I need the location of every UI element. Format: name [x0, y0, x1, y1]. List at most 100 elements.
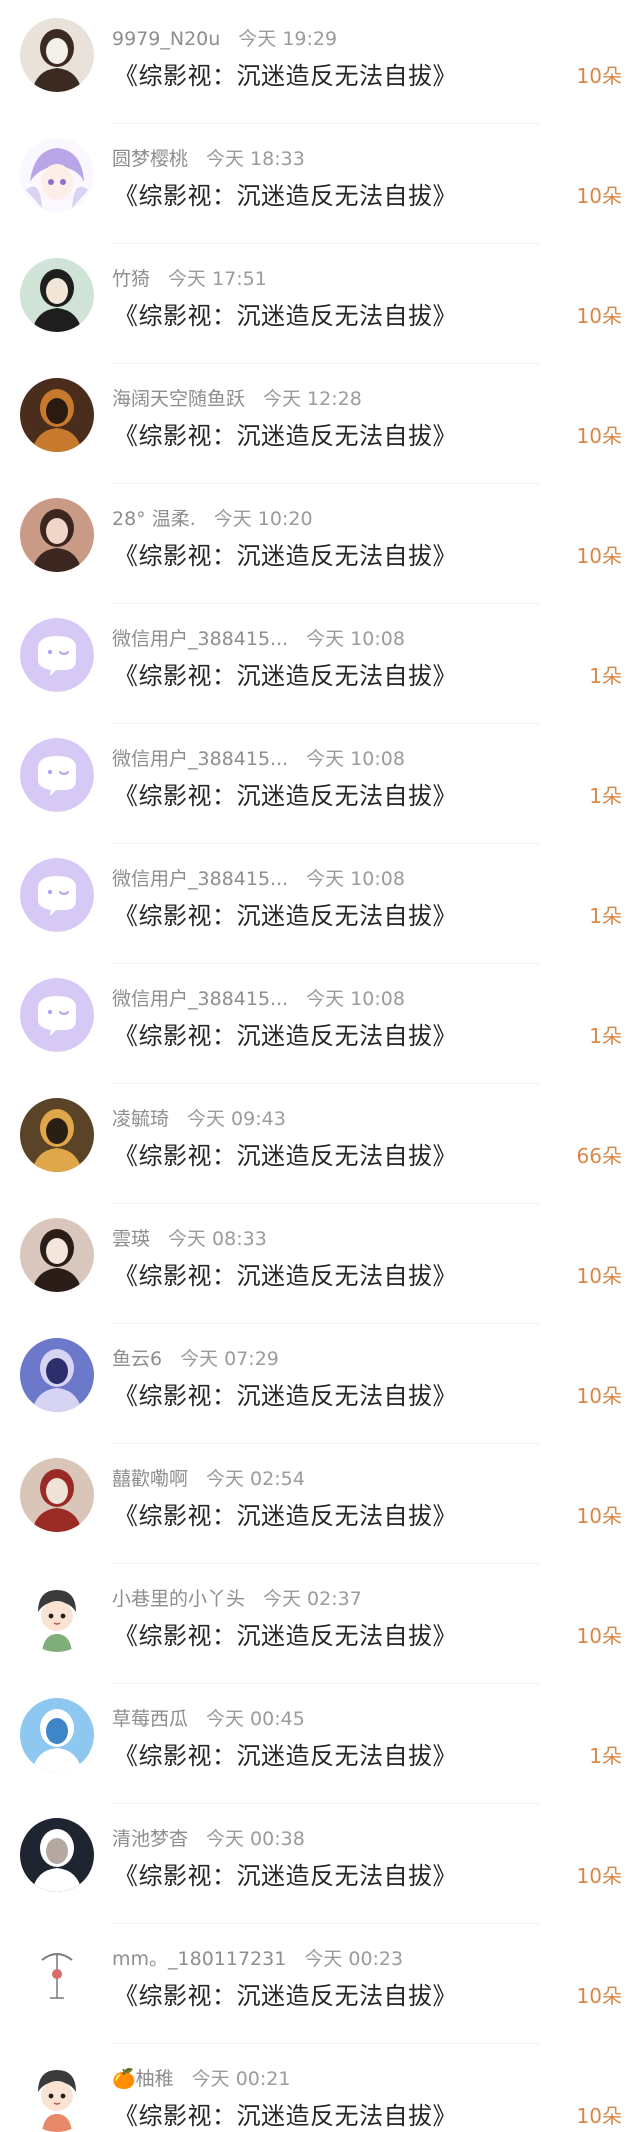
default-avatar-icon: [20, 978, 94, 1052]
list-item[interactable]: 鱼云6 今天 07:29 《综影视：沉迷造反无法自拔》 10朵: [0, 1324, 640, 1444]
list-item[interactable]: 凌毓琦 今天 09:43 《综影视：沉迷造反无法自拔》 66朵: [0, 1084, 640, 1204]
list-item[interactable]: 竹猗 今天 17:51 《综影视：沉迷造反无法自拔》 10朵: [0, 244, 640, 364]
list-item[interactable]: 小巷里的小丫头 今天 02:37 《综影视：沉迷造反无法自拔》 10朵: [0, 1564, 640, 1684]
avatar[interactable]: [20, 258, 94, 332]
book-title: 《综影视：沉迷造反无法自拔》: [114, 1742, 457, 1770]
gift-count: 1朵: [589, 784, 622, 808]
row-meta: 9979_N20u 今天 19:29: [112, 24, 337, 51]
username[interactable]: 竹猗: [112, 268, 150, 290]
row-meta: mm。_180117231 今天 00:23: [112, 1944, 403, 1971]
default-avatar-icon: [20, 738, 94, 812]
gift-count: 1朵: [589, 1024, 622, 1048]
username[interactable]: 清池梦杳: [112, 1828, 188, 1850]
avatar[interactable]: [20, 1698, 94, 1772]
avatar[interactable]: [20, 1338, 94, 1412]
list-item[interactable]: 微信用户_388415... 今天 10:08 《综影视：沉迷造反无法自拔》 1朵: [0, 964, 640, 1084]
list-item[interactable]: 微信用户_388415... 今天 10:08 《综影视：沉迷造反无法自拔》 1朵: [0, 604, 640, 724]
list-item[interactable]: 9979_N20u 今天 19:29 《综影视：沉迷造反无法自拔》 10朵: [0, 4, 640, 124]
timestamp: 今天 00:23: [304, 1948, 404, 1970]
gift-count: 10朵: [576, 1384, 622, 1408]
timestamp: 今天 00:38: [206, 1828, 305, 1850]
timestamp: 今天 08:33: [168, 1228, 267, 1250]
timestamp: 今天 07:29: [180, 1348, 279, 1370]
timestamp: 今天 10:20: [213, 508, 313, 530]
timestamp: 今天 09:43: [187, 1108, 286, 1130]
username[interactable]: 微信用户_388415...: [112, 868, 288, 890]
avatar[interactable]: [20, 978, 94, 1052]
username[interactable]: 鱼云6: [112, 1348, 162, 1370]
row-meta: 雲瑛 今天 08:33: [112, 1224, 267, 1251]
avatar[interactable]: [20, 1938, 94, 2012]
username[interactable]: 微信用户_388415...: [112, 628, 288, 650]
avatar[interactable]: [20, 618, 94, 692]
book-title: 《综影视：沉迷造反无法自拔》: [114, 1022, 457, 1050]
book-title: 《综影视：沉迷造反无法自拔》: [114, 182, 457, 210]
avatar[interactable]: [20, 1458, 94, 1532]
book-title: 《综影视：沉迷造反无法自拔》: [114, 1862, 457, 1890]
row-meta: 清池梦杳 今天 00:38: [112, 1824, 305, 1851]
username[interactable]: 雲瑛: [112, 1228, 150, 1250]
username[interactable]: 囍歡嘞啊: [112, 1468, 188, 1490]
row-meta: 微信用户_388415... 今天 10:08: [112, 984, 405, 1011]
avatar[interactable]: [20, 2058, 94, 2132]
timestamp: 今天 00:45: [206, 1708, 305, 1730]
avatar[interactable]: [20, 1818, 94, 1892]
username[interactable]: 28° 温柔.: [112, 508, 196, 530]
username[interactable]: 🍊柚稚: [112, 2068, 174, 2090]
gift-count: 1朵: [589, 1744, 622, 1768]
username[interactable]: 小巷里的小丫头: [112, 1588, 245, 1610]
book-title: 《综影视：沉迷造反无法自拔》: [114, 1262, 457, 1290]
avatar[interactable]: [20, 1578, 94, 1652]
gift-count: 10朵: [576, 1504, 622, 1528]
username[interactable]: 9979_N20u: [112, 28, 220, 50]
default-avatar-icon: [20, 858, 94, 932]
timestamp: 今天 19:29: [238, 28, 338, 50]
gift-count: 10朵: [576, 1624, 622, 1648]
gift-record-list: 9979_N20u 今天 19:29 《综影视：沉迷造反无法自拔》 10朵 圆梦樱桃 今天…: [0, 0, 640, 2132]
username[interactable]: 圆梦樱桃: [112, 148, 188, 170]
gift-count: 10朵: [576, 1984, 622, 2008]
list-item[interactable]: 海阔天空随鱼跃 今天 12:28 《综影视：沉迷造反无法自拔》 10朵: [0, 364, 640, 484]
avatar[interactable]: [20, 738, 94, 812]
book-title: 《综影视：沉迷造反无法自拔》: [114, 1382, 457, 1410]
username[interactable]: 海阔天空随鱼跃: [112, 388, 245, 410]
list-item[interactable]: 28° 温柔. 今天 10:20 《综影视：沉迷造反无法自拔》 10朵: [0, 484, 640, 604]
avatar[interactable]: [20, 858, 94, 932]
list-item[interactable]: 微信用户_388415... 今天 10:08 《综影视：沉迷造反无法自拔》 1朵: [0, 724, 640, 844]
list-item[interactable]: 草莓西瓜 今天 00:45 《综影视：沉迷造反无法自拔》 1朵: [0, 1684, 640, 1804]
timestamp: 今天 10:08: [306, 988, 405, 1010]
list-item[interactable]: mm。_180117231 今天 00:23 《综影视：沉迷造反无法自拔》 10朵: [0, 1924, 640, 2044]
avatar[interactable]: [20, 378, 94, 452]
list-item[interactable]: 圆梦樱桃 今天 18:33 《综影视：沉迷造反无法自拔》 10朵: [0, 124, 640, 244]
username[interactable]: 草莓西瓜: [112, 1708, 188, 1730]
username[interactable]: 微信用户_388415...: [112, 988, 288, 1010]
username[interactable]: 微信用户_388415...: [112, 748, 288, 770]
row-meta: 囍歡嘞啊 今天 02:54: [112, 1464, 305, 1491]
username[interactable]: mm。_180117231: [112, 1948, 286, 1970]
row-meta: 小巷里的小丫头 今天 02:37: [112, 1584, 362, 1611]
gift-count: 10朵: [576, 424, 622, 448]
username[interactable]: 凌毓琦: [112, 1108, 169, 1130]
timestamp: 今天 02:54: [206, 1468, 305, 1490]
list-item[interactable]: 清池梦杳 今天 00:38 《综影视：沉迷造反无法自拔》 10朵: [0, 1804, 640, 1924]
list-item[interactable]: 雲瑛 今天 08:33 《综影视：沉迷造反无法自拔》 10朵: [0, 1204, 640, 1324]
timestamp: 今天 00:21: [191, 2068, 291, 2090]
avatar[interactable]: [20, 1098, 94, 1172]
avatar[interactable]: [20, 18, 94, 92]
list-item[interactable]: 微信用户_388415... 今天 10:08 《综影视：沉迷造反无法自拔》 1朵: [0, 844, 640, 964]
gift-count: 66朵: [576, 1144, 622, 1168]
avatar[interactable]: [20, 1218, 94, 1292]
row-meta: 微信用户_388415... 今天 10:08: [112, 624, 405, 651]
list-item[interactable]: 囍歡嘞啊 今天 02:54 《综影视：沉迷造反无法自拔》 10朵: [0, 1444, 640, 1564]
gift-count: 10朵: [576, 304, 622, 328]
book-title: 《综影视：沉迷造反无法自拔》: [114, 2102, 457, 2130]
gift-count: 10朵: [576, 1864, 622, 1888]
row-meta: 凌毓琦 今天 09:43: [112, 1104, 286, 1131]
timestamp: 今天 02:37: [263, 1588, 362, 1610]
default-avatar-icon: [20, 618, 94, 692]
avatar[interactable]: [20, 498, 94, 572]
row-meta: 鱼云6 今天 07:29: [112, 1344, 279, 1371]
avatar[interactable]: [20, 138, 94, 212]
row-meta: 微信用户_388415... 今天 10:08: [112, 744, 405, 771]
list-item[interactable]: 🍊柚稚 今天 00:21 《综影视：沉迷造反无法自拔》 10朵: [0, 2044, 640, 2132]
